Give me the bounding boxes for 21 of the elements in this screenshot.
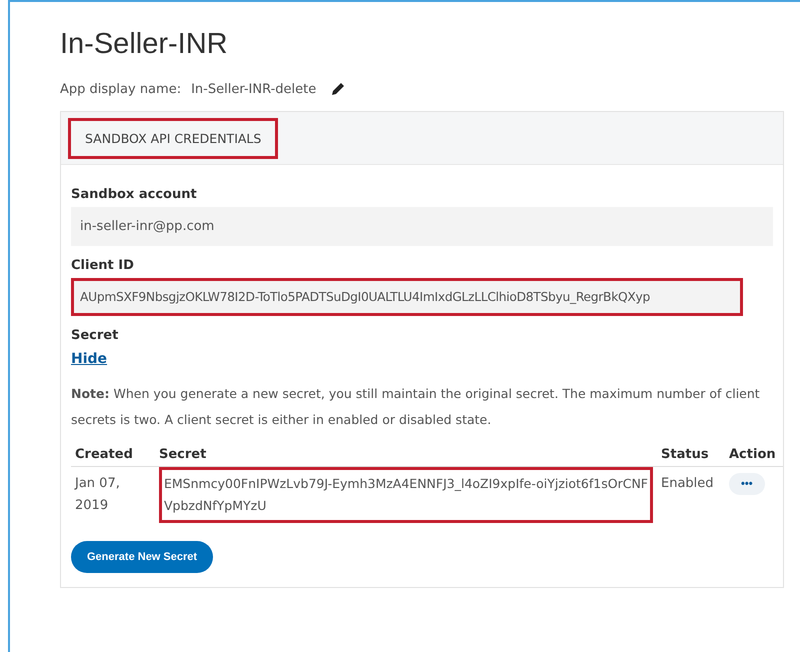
pencil-icon[interactable] bbox=[330, 81, 346, 97]
field-label: Client ID bbox=[71, 258, 135, 273]
field-label: Secret bbox=[71, 328, 120, 343]
sandbox-account-field: in-seller-inr@pp.com bbox=[71, 207, 773, 246]
display-name-value: In-Seller-INR-delete bbox=[191, 82, 316, 96]
column-header: Status bbox=[657, 443, 725, 466]
page-title: In-Seller-INR bbox=[60, 28, 229, 61]
table-cell: Jan 07, 2019 bbox=[71, 466, 155, 529]
column-header: Created bbox=[71, 443, 155, 466]
more-actions-button[interactable]: ••• bbox=[729, 473, 765, 495]
panel-heading: SANDBOX API CREDENTIALS bbox=[68, 118, 278, 158]
note-text: Note: When you generate a new secret, you still maintain the original secret. The maximum number of client secrets is two. A client secret is either in enabled or disabled state. bbox=[71, 385, 761, 429]
generate-secret-button[interactable]: Generate New Secret bbox=[71, 541, 214, 573]
field-label: Sandbox account bbox=[71, 187, 198, 202]
hide-link[interactable]: Hide bbox=[71, 351, 108, 367]
column-header: Secret bbox=[155, 443, 657, 466]
client-id-field: AUpmSXF9NbsgjzOKLW78I2D-ToTlo5PADTSuDgI0UALTLU4ImIxdGLzLLClhioD8TSbyu_RegrBkQXyp bbox=[71, 278, 743, 316]
display-name-label: App display name: bbox=[60, 82, 182, 96]
secret-value: EMSnmcy00FnIPWzLvb79J-Eymh3MzA4ENNFJ3_l4oZI9xpIfe-oiYjziot6f1sOrCNFVpbzdNfYpMYzU bbox=[159, 467, 653, 523]
column-header: Action bbox=[725, 443, 783, 466]
table-cell: Enabled bbox=[657, 466, 725, 529]
